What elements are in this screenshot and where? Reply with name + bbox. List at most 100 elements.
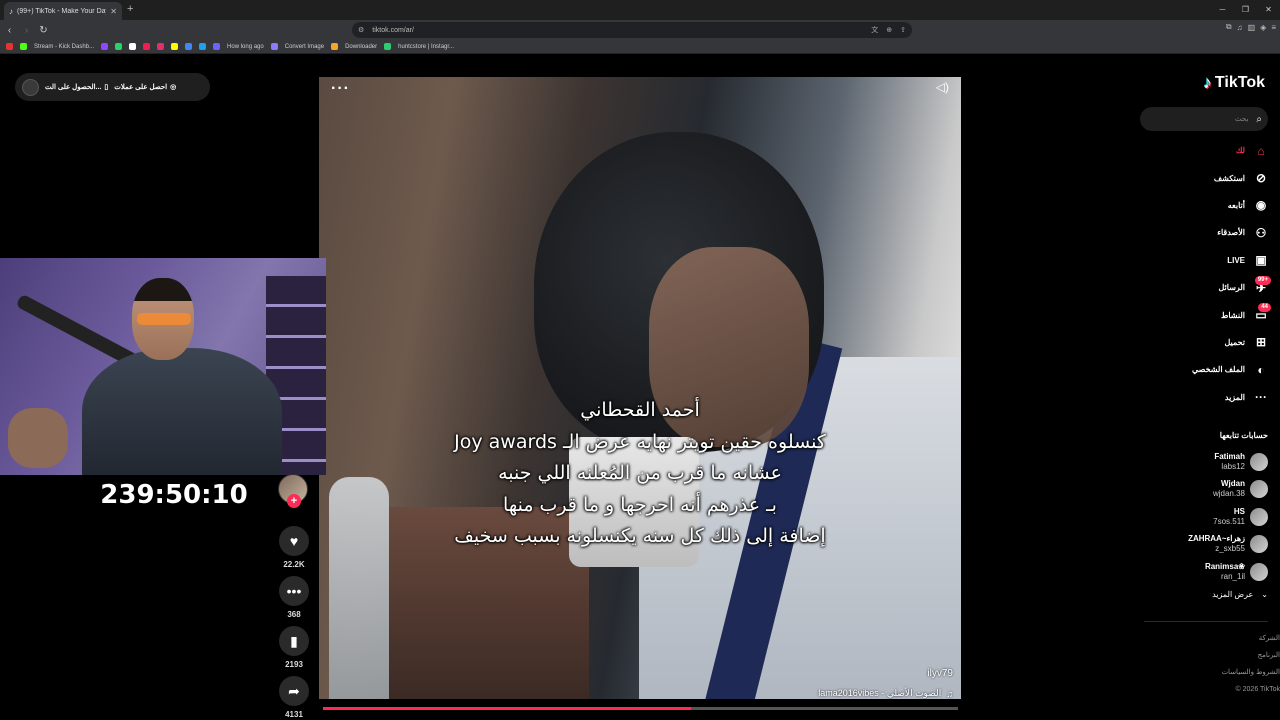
video-player[interactable]: ··· ◁) أحمد القحطاني كنسلوه حقين تويتر ن… [319,77,961,699]
caption-line: أحمد القحطاني [580,399,700,421]
maximize-icon[interactable]: ❐ [1234,0,1257,20]
drive-icon[interactable] [185,43,193,50]
save-button[interactable]: ▮ [279,626,309,656]
zoom-icon[interactable]: ⊕ [886,26,892,34]
forward-icon[interactable]: › [19,25,34,36]
friends-icon: ⚇ [1255,225,1267,240]
window-controls: ─ ❐ ✕ [1211,0,1280,20]
following-list: Fatimah labs12 Wjdan wjdan.38 HS 7sos.51… [1140,448,1268,586]
get-app-button[interactable]: الحصول على الت... ▯ [45,83,108,91]
extension-icon[interactable]: ⧉ [1226,22,1232,32]
promo-bar: الحصول على الت... ▯ احصل على عملات ◎ [15,73,210,101]
convert-icon [270,43,278,50]
bookmark-favicon-icon[interactable] [6,43,13,50]
wallet-icon[interactable]: ◈ [1260,23,1266,32]
sidebar-item-for-you[interactable]: لك ⌂ [1140,137,1268,164]
sidebar-item-following[interactable]: أتابعه ◉ [1140,192,1268,219]
menu-icon[interactable]: ≡ [1271,23,1276,32]
following-avatar-icon: ◉ [1255,198,1267,213]
comment-count: 368 [287,610,301,619]
bookmark-kick-dashboard[interactable]: Stream - Kick Dashb... [34,44,94,50]
bookmark-downloader[interactable]: Downloader [345,44,377,50]
following-account[interactable]: ZAHRAA~زهراء z_sxb55 [1140,531,1268,559]
sidebar-item-label: الأصدقاء [1217,228,1245,238]
back-icon[interactable]: ‹ [2,25,17,36]
x-icon[interactable] [129,43,137,50]
sidebar-item-activity[interactable]: النشاط ▭ 44 [1140,301,1271,328]
avatar [1250,507,1268,526]
bookmark-save-icon: ▮ [290,632,298,649]
video-progress-bar[interactable] [323,707,958,710]
following-account[interactable]: Fatimah labs12 [1140,448,1268,476]
close-window-icon[interactable]: ✕ [1257,0,1280,20]
translate-icon[interactable]: 文 [871,25,878,35]
following-account[interactable]: HS 7sos.511 [1140,503,1268,531]
following-title: حسابات تتابعها [1219,431,1268,440]
account-name: Fatimah [1214,451,1245,461]
music-info[interactable]: lama2016vibes - الصوت الأصلي ♫ [818,688,953,699]
tiktok-bookmark-icon[interactable] [143,43,151,50]
tiktok-logo[interactable]: ♪ TikTok [1203,73,1265,93]
sidebar-nav: لك ⌂ استكشف ⊘ أتابعه ◉ الأصدقاء ⚇ LIVE ▣… [1140,137,1271,411]
more-options-icon[interactable]: ··· [331,80,350,98]
comment-button[interactable]: ••• [279,576,309,606]
footer-program[interactable]: البرنامج [1221,647,1280,664]
instagram-icon[interactable] [157,43,165,50]
see-more-link[interactable]: عرض المزيد ⌄ [1212,590,1268,599]
volume-icon[interactable]: ◁) [936,80,949,94]
sidebar-item-messages[interactable]: الرسائل ✈ 99+ [1140,274,1271,301]
sidebar-item-explore[interactable]: استكشف ⊘ [1140,164,1268,191]
sidebar-item-label: الملف الشخصي [1191,365,1245,375]
snapchat-icon[interactable] [171,43,179,50]
like-button[interactable]: ♥ [279,526,309,556]
address-bar[interactable]: ⚙ tiktok.com/ar/ 文 ⊕ ⇪ [352,22,912,38]
music-label: lama2016vibes - الصوت الأصلي [818,688,942,698]
sidebar-item-live[interactable]: LIVE ▣ [1140,247,1268,274]
bookmark-huntcstore[interactable]: huntcstore | Instagr... [398,44,454,50]
profile-icon: ◐ [1257,362,1265,377]
sidebar-item-profile[interactable]: الملف الشخصي ◐ [1140,356,1268,383]
account-name: HS [1233,506,1245,516]
share-arrow-icon: ➦ [288,682,300,699]
sidebar-item-label: أتابعه [1227,200,1245,210]
account-handle: wjdan.38 [1212,489,1245,499]
footer-terms[interactable]: الشروط والسياسات [1221,664,1280,681]
sidebar-icon[interactable]: ▥ [1248,23,1256,32]
store-icon [384,43,392,50]
streamer-body [82,348,282,475]
whatsapp-icon[interactable] [115,43,123,50]
get-coins-button[interactable]: احصل على عملات ◎ [114,83,176,91]
link-icon[interactable] [199,43,207,50]
account-handle: ran_1il [1220,571,1245,581]
coin-icon: ◎ [170,84,177,91]
twitch-icon[interactable] [101,43,109,50]
media-icon[interactable]: ♫ [1237,23,1243,32]
follow-plus-icon[interactable]: + [287,494,301,508]
hand [8,408,68,468]
caption-line: إضافة إلى ذلك كل سنه يكنسلونه بسبب سخيف [454,525,826,547]
bookmark-how-long-ago[interactable]: How long ago [227,44,264,50]
reload-icon[interactable]: ↻ [36,25,51,36]
glasses [137,313,191,325]
video-username[interactable]: ilyv79 [927,668,953,679]
share-button[interactable]: ➦ [279,676,309,706]
sidebar-item-upload[interactable]: تحميل ⊞ [1140,329,1268,356]
avatar[interactable] [22,78,39,96]
tab-close-icon[interactable]: ✕ [110,7,117,16]
avatar [1250,480,1268,499]
new-tab-icon[interactable]: + [127,3,133,15]
search-input[interactable]: بحث ⌕ [1140,107,1268,131]
following-account[interactable]: Wjdan wjdan.38 [1140,476,1268,504]
sidebar-item-friends[interactable]: الأصدقاء ⚇ [1140,219,1268,246]
account-text: Ranimsa❀ ran_1il [1205,562,1245,582]
share-icon[interactable]: ⇪ [900,26,906,34]
search-placeholder: بحث [1235,116,1249,123]
minimize-icon[interactable]: ─ [1211,0,1234,20]
footer-company[interactable]: الشركة [1221,630,1280,647]
following-account[interactable]: Ranimsa❀ ran_1il [1140,558,1268,586]
search-icon[interactable]: ⌕ [1256,114,1262,125]
sidebar-item-more[interactable]: المزيد ··· [1140,384,1268,411]
bookmark-convert-image[interactable]: Convert Image [285,44,324,50]
site-info-icon[interactable]: ⚙ [358,26,364,34]
browser-tab[interactable]: ♪ (99+) TikTok - Make Your Day ✕ [4,2,122,20]
